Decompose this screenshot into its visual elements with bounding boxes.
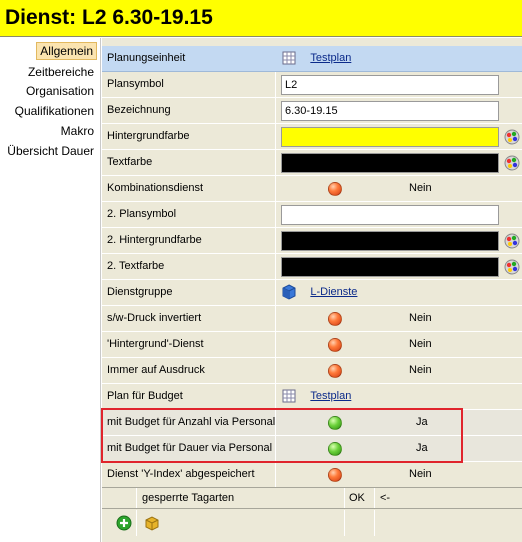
immer-ausdruck-value: Nein	[409, 364, 432, 376]
property-grid: Planungseinheit Testplan Plansymbol L2 B…	[102, 38, 522, 542]
row-budget-anzahl: mit Budget für Anzahl via Personal Ja	[102, 410, 522, 436]
sidebar-item-zeitbereiche[interactable]: Zeitbereiche	[28, 65, 94, 79]
status-led-green-icon[interactable]	[328, 416, 342, 430]
status-led-red-icon[interactable]	[328, 468, 342, 482]
row-hintergrundfarbe2: 2. Hintergrundfarbe	[102, 228, 522, 254]
dienstgruppe-link[interactable]: L-Dienste	[310, 286, 357, 298]
hintergrundfarbe2-swatch[interactable]	[281, 231, 499, 251]
row-plansymbol: Plansymbol L2	[102, 72, 522, 98]
bezeichnung-label: Bezeichnung	[107, 104, 171, 116]
grid-icon	[282, 51, 296, 65]
color-palette-icon[interactable]	[504, 129, 520, 145]
budget-anzahl-label: mit Budget für Anzahl via Personal	[107, 416, 276, 428]
row-y-index: Dienst 'Y-Index' abgespeichert Nein	[102, 462, 522, 488]
textfarbe-swatch[interactable]	[281, 153, 499, 173]
hintergrundfarbe-label: Hintergrundfarbe	[107, 130, 190, 142]
box-icon[interactable]	[144, 515, 160, 531]
planungseinheit-link[interactable]: Testplan	[310, 52, 351, 64]
sidebar-item-uebersicht-dauer[interactable]: Übersicht Dauer	[7, 144, 94, 158]
sidebar-nav: Allgemein Zeitbereiche Organisation Qual…	[0, 38, 101, 542]
textfarbe2-label: 2. Textfarbe	[107, 260, 165, 272]
sidebar-item-organisation[interactable]: Organisation	[26, 84, 94, 98]
planungseinheit-label: Planungseinheit	[107, 52, 186, 64]
subtable-header: gesperrte Tagarten OK <-	[102, 487, 522, 509]
row-sw-druck: s/w-Druck invertiert Nein	[102, 306, 522, 332]
row-planungseinheit: Planungseinheit Testplan	[102, 46, 522, 72]
cube-icon	[282, 284, 296, 300]
plansymbol2-label: 2. Plansymbol	[107, 208, 177, 220]
status-led-red-icon[interactable]	[328, 312, 342, 326]
row-hintergrund-dienst: 'Hintergrund'-Dienst Nein	[102, 332, 522, 358]
row-textfarbe2: 2. Textfarbe	[102, 254, 522, 280]
row-immer-ausdruck: Immer auf Ausdruck Nein	[102, 358, 522, 384]
color-palette-icon[interactable]	[504, 155, 520, 171]
row-plan-budget: Plan für Budget Testplan	[102, 384, 522, 410]
immer-ausdruck-label: Immer auf Ausdruck	[107, 364, 205, 376]
row-kombinationsdienst: Kombinationsdienst Nein	[102, 176, 522, 202]
sw-druck-label: s/w-Druck invertiert	[107, 312, 202, 324]
status-led-red-icon[interactable]	[328, 182, 342, 196]
title-bar: Dienst: L2 6.30-19.15	[0, 0, 522, 37]
budget-dauer-label: mit Budget für Dauer via Personal	[107, 442, 273, 454]
grid-icon	[282, 389, 296, 403]
bezeichnung-field[interactable]: 6.30-19.15	[281, 101, 499, 121]
row-textfarbe: Textfarbe	[102, 150, 522, 176]
textfarbe-label: Textfarbe	[107, 156, 153, 168]
hintergrundfarbe-swatch[interactable]	[281, 127, 499, 147]
row-plansymbol2: 2. Plansymbol	[102, 202, 522, 228]
plansymbol-field[interactable]: L2	[281, 75, 499, 95]
window-title: Dienst: L2 6.30-19.15	[5, 6, 213, 29]
plan-budget-link[interactable]: Testplan	[310, 390, 351, 402]
status-led-red-icon[interactable]	[328, 364, 342, 378]
kombinationsdienst-value: Nein	[409, 182, 432, 194]
kombinationsdienst-label: Kombinationsdienst	[107, 182, 204, 194]
sw-druck-value: Nein	[409, 312, 432, 324]
subtable-toolbar-row	[102, 510, 522, 536]
y-index-value: Nein	[409, 468, 432, 480]
row-hintergrundfarbe: Hintergrundfarbe	[102, 124, 522, 150]
row-dienstgruppe: Dienstgruppe L-Dienste	[102, 280, 522, 306]
plan-budget-label: Plan für Budget	[107, 390, 183, 402]
y-index-label: Dienst 'Y-Index' abgespeichert	[107, 468, 255, 480]
hintergrundfarbe2-label: 2. Hintergrundfarbe	[107, 234, 202, 246]
status-led-red-icon[interactable]	[328, 338, 342, 352]
budget-dauer-value: Ja	[416, 442, 428, 454]
plansymbol2-field[interactable]	[281, 205, 499, 225]
textfarbe2-swatch[interactable]	[281, 257, 499, 277]
plansymbol-label: Plansymbol	[107, 78, 164, 90]
status-led-green-icon[interactable]	[328, 442, 342, 456]
hintergrund-dienst-value: Nein	[409, 338, 432, 350]
color-palette-icon[interactable]	[504, 259, 520, 275]
color-palette-icon[interactable]	[504, 233, 520, 249]
subtable-col-arrow[interactable]: <-	[380, 492, 390, 504]
dienstgruppe-label: Dienstgruppe	[107, 286, 173, 298]
budget-anzahl-value: Ja	[416, 416, 428, 428]
sidebar-item-allgemein[interactable]: Allgemein	[36, 42, 97, 60]
hintergrund-dienst-label: 'Hintergrund'-Dienst	[107, 338, 204, 350]
sidebar-item-qualifikationen[interactable]: Qualifikationen	[15, 104, 94, 118]
sidebar-item-makro[interactable]: Makro	[61, 124, 94, 138]
row-budget-dauer: mit Budget für Dauer via Personal Ja	[102, 436, 522, 462]
row-bezeichnung: Bezeichnung 6.30-19.15	[102, 98, 522, 124]
add-icon[interactable]	[116, 515, 132, 531]
